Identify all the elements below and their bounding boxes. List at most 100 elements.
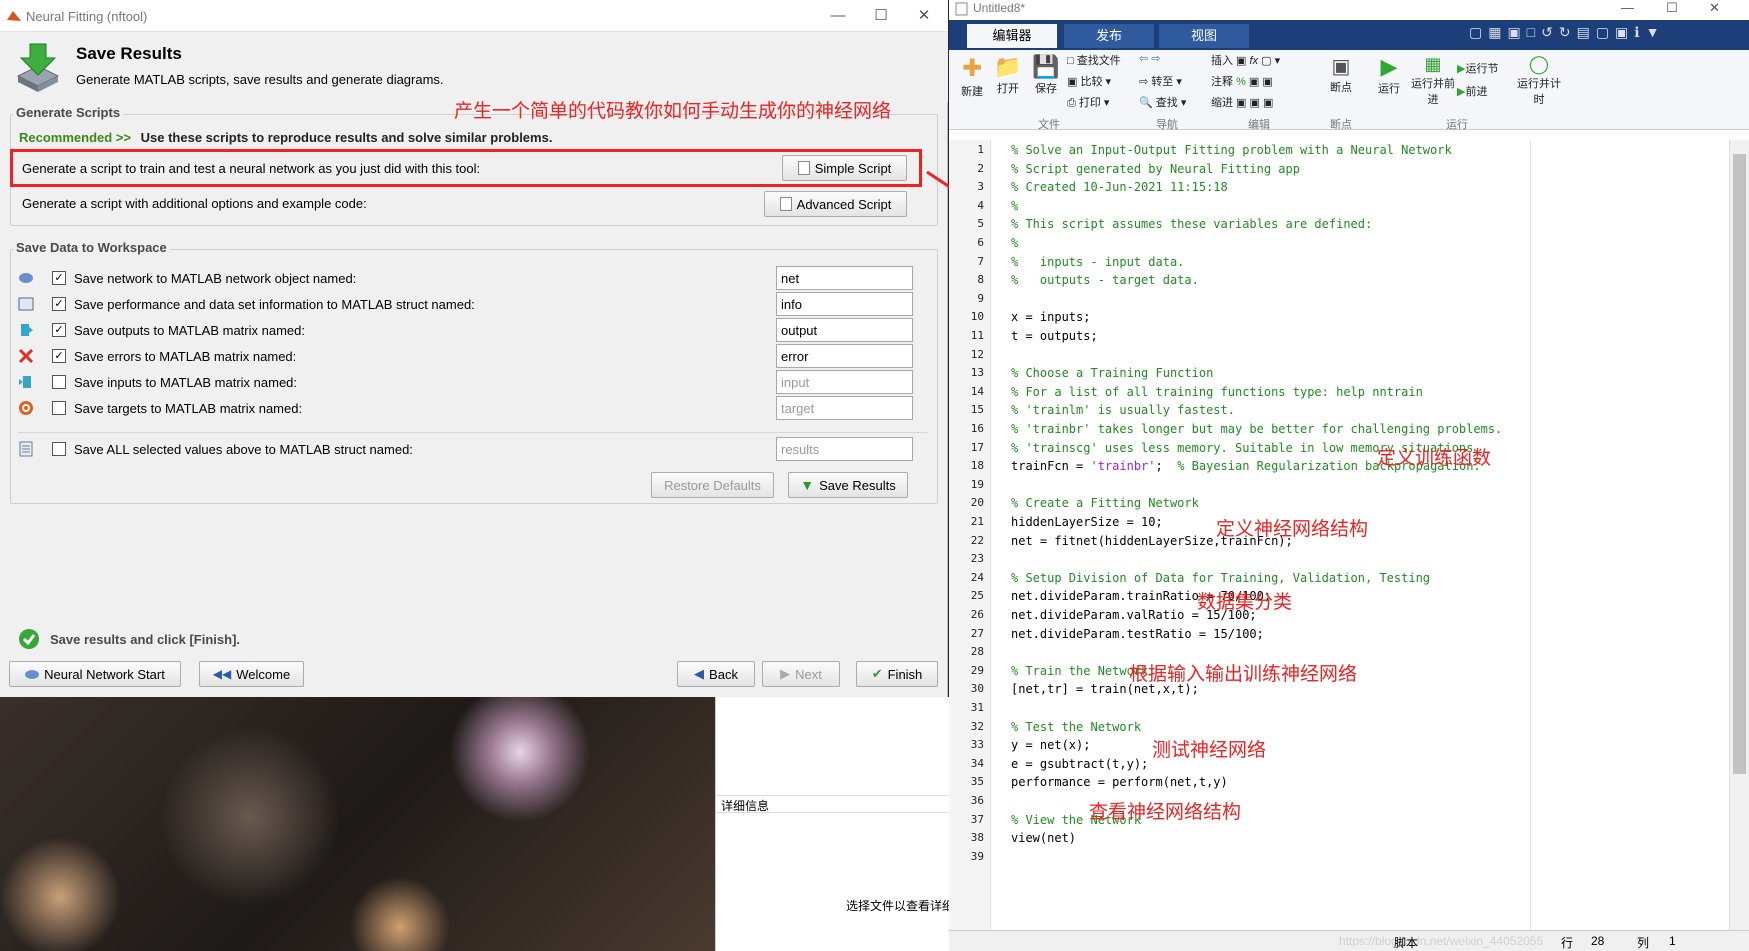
comment-button[interactable]: 注释 % ▣ ▣ — [1211, 73, 1311, 89]
vertical-scrollbar[interactable] — [1729, 140, 1749, 930]
back-label: Back — [709, 666, 738, 682]
editor-maximize-button[interactable]: ☐ — [1666, 0, 1678, 16]
page-title: Save Results — [76, 44, 182, 63]
fx-icon: fx — [1249, 55, 1259, 67]
save-results-icon: ▼ — [800, 477, 815, 493]
save-row-field[interactable] — [776, 344, 913, 368]
desktop-wallpaper — [0, 697, 715, 951]
breakpoints-button[interactable]: ▣ 断点 — [1324, 54, 1358, 95]
run-section-label: 运行节 — [1465, 63, 1499, 75]
save-row-checkbox[interactable]: ✓ — [52, 297, 66, 311]
line-number: 28 — [970, 645, 984, 659]
save-all-checkbox[interactable] — [52, 442, 66, 456]
save-button[interactable]: 💾 保存 — [1029, 54, 1063, 96]
welcome-button[interactable]: ◀◀ Welcome — [199, 661, 304, 687]
find-button[interactable]: 🔍 查找 ▾ — [1139, 94, 1199, 110]
run-advance-button[interactable]: ▦ 运行并前进 — [1411, 54, 1455, 107]
annotation-train: 根据输入输出训练神经网络 — [1129, 663, 1358, 685]
code-line: hiddenLayerSize = 10; — [1011, 515, 1163, 529]
save-row-checkbox[interactable] — [52, 375, 66, 389]
row-value: 28 — [1591, 934, 1605, 948]
find-files-button[interactable]: □ 查找文件 — [1067, 52, 1137, 68]
line-number: 32 — [970, 719, 984, 733]
save-row-checkbox[interactable]: ✓ — [52, 271, 66, 285]
targets-icon — [19, 401, 33, 415]
save-all-field[interactable] — [776, 437, 913, 461]
advance-button[interactable]: ▶前进 — [1457, 83, 1517, 99]
scrollbar-thumb[interactable] — [1733, 154, 1746, 774]
tab-editor[interactable]: 编辑器 — [967, 24, 1057, 48]
save-row-field[interactable] — [776, 266, 913, 290]
finish-label: Finish — [887, 666, 923, 682]
save-row-checkbox[interactable] — [52, 401, 66, 415]
simple-script-button[interactable]: Simple Script — [782, 155, 907, 181]
inputs-icon — [19, 376, 31, 388]
code-line: % 'trainbr' takes longer but may be bett… — [1011, 422, 1503, 436]
tab-publish[interactable]: 发布 — [1064, 24, 1154, 48]
advanced-script-button[interactable]: Advanced Script — [764, 191, 907, 217]
line-number: 8 — [977, 273, 984, 287]
close-button[interactable]: ✕ — [910, 6, 938, 26]
print-button[interactable]: ⎙ 打印 ▾ — [1067, 94, 1137, 110]
save-row-checkbox[interactable]: ✓ — [52, 323, 66, 337]
title-bar: Neural Fitting (nftool) — ☐ ✕ — [0, 0, 948, 32]
outputs-icon — [21, 324, 33, 336]
goto-button[interactable]: ⇨ 转至 ▾ — [1139, 73, 1199, 89]
finish-button[interactable]: ✔ Finish — [856, 661, 938, 687]
line-number: 22 — [970, 533, 984, 547]
open-button[interactable]: 📁 打开 — [991, 54, 1025, 96]
run-button[interactable]: ▶ 运行 — [1369, 54, 1409, 96]
script-file-icon — [779, 197, 792, 211]
code-line: % Setup Division of Data for Training, V… — [1011, 570, 1431, 585]
watermark: https://blog.csdn.net/weixin_44052055 — [1339, 934, 1544, 948]
section-nav: 导航 — [1156, 119, 1178, 131]
matlab-editor-window: Untitled8* — ☐ ✕ 编辑器 发布 视图 ▢▦▣□↺↻▤▢▣ℹ▼ ✚… — [949, 0, 1749, 951]
code-line: % Solve an Input-Output Fitting problem … — [1011, 143, 1452, 157]
folder-icon: 📁 — [994, 54, 1022, 79]
nftool-window: Neural Fitting (nftool) — ☐ ✕ Save Resul… — [0, 0, 948, 697]
line-number: 14 — [970, 384, 984, 398]
save-row-checkbox[interactable]: ✓ — [52, 349, 66, 363]
maximize-button[interactable]: ☐ — [867, 6, 895, 26]
back-button[interactable]: ◀ Back — [677, 661, 755, 687]
line-number: 15 — [970, 403, 984, 417]
insert-button[interactable]: 插入 ▣ fx ▢ ▾ — [1211, 52, 1311, 68]
annotation-top: 产生一个简单的代码教你如何手动生成你的神经网络 — [454, 100, 892, 122]
compare-button[interactable]: ▣ 比较 ▾ — [1067, 73, 1137, 89]
editor-close-button[interactable]: ✕ — [1709, 0, 1720, 16]
stopwatch-icon: ◯ — [1528, 54, 1550, 74]
minimize-button[interactable]: — — [824, 6, 852, 26]
editor-title: Untitled8* — [973, 1, 1026, 15]
tab-view[interactable]: 视图 — [1159, 24, 1249, 48]
line-number: 24 — [970, 570, 984, 584]
neural-network-start-button[interactable]: Neural Network Start — [9, 661, 181, 687]
save-results-button[interactable]: ▼ Save Results — [788, 472, 908, 498]
save-row-field[interactable] — [776, 370, 913, 394]
save-row-field[interactable] — [776, 318, 913, 342]
editor-minimize-button[interactable]: — — [1621, 0, 1634, 15]
run-section-button[interactable]: ▶运行节 — [1457, 60, 1517, 76]
page-subtitle: Generate MATLAB scripts, save results an… — [76, 72, 444, 87]
indent-button[interactable]: 缩进 ▣ ▣ ▣ — [1211, 94, 1311, 110]
quick-access-toolbar[interactable]: ▢▦▣□↺↻▤▢▣ℹ▼ — [1469, 24, 1739, 44]
line-number: 13 — [970, 366, 984, 380]
code-line: % Create a Fitting Network — [1011, 496, 1199, 511]
save-row-field[interactable] — [776, 396, 913, 420]
code-area[interactable]: 1 % Solve an Input-Output Fitting problem… — [949, 140, 1729, 930]
save-row-field[interactable] — [776, 292, 913, 316]
next-button[interactable]: ▶ Next — [762, 661, 840, 687]
rewind-icon: ◀◀ — [212, 667, 232, 681]
script-file-icon — [797, 161, 810, 175]
nav-back-forward[interactable]: ⇦ ⇨ — [1139, 52, 1189, 65]
breakpoint-icon: ▣ — [1331, 56, 1351, 78]
code-line: % This script assumes these variables ar… — [1011, 217, 1373, 232]
save-row-label: Save errors to MATLAB matrix named: — [74, 348, 297, 364]
line-number: 4 — [977, 198, 984, 212]
save-all-label: Save ALL selected values above to MATLAB… — [74, 441, 413, 457]
restore-defaults-button[interactable]: Restore Defaults — [651, 472, 774, 498]
welcome-label: Welcome — [236, 666, 291, 682]
annotation-division: 数据集分类 — [1197, 591, 1293, 613]
new-button[interactable]: ✚ 新建 — [955, 54, 989, 99]
goto-label: 转至 — [1151, 76, 1174, 88]
run-time-button[interactable]: ◯ 运行并计时 — [1517, 54, 1561, 107]
